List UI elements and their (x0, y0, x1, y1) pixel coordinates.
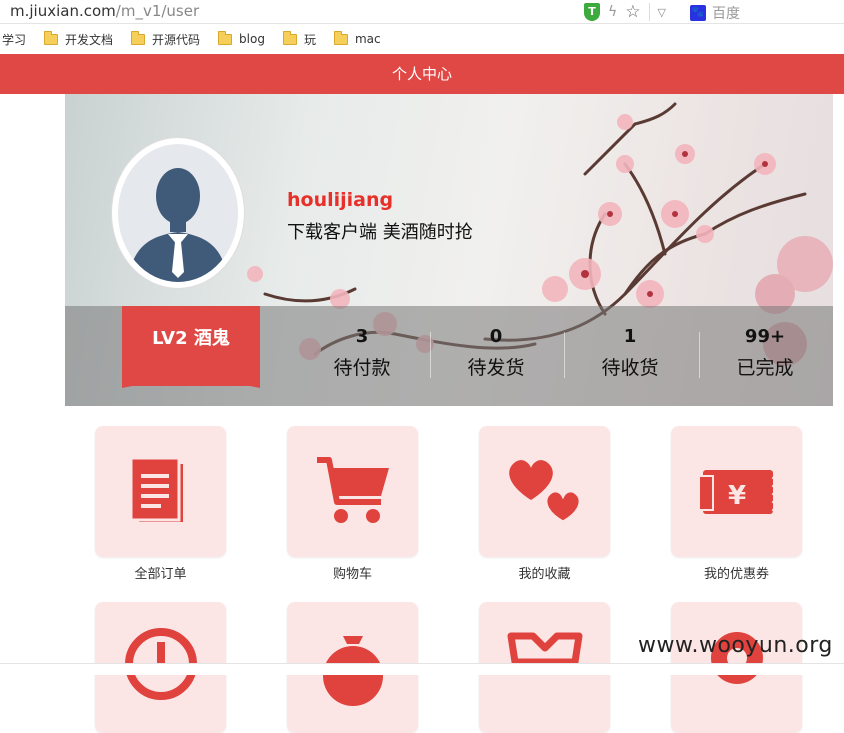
user-silhouette-icon (128, 168, 228, 282)
menu-tile-cart[interactable] (287, 426, 418, 557)
stat-count: 99+ (744, 326, 786, 347)
menu-label[interactable]: 我的优惠券 (671, 563, 802, 582)
url-host: m.jiuxian.com (10, 2, 116, 20)
folder-icon (282, 30, 297, 45)
stat-pending-receipt[interactable]: 1 待收货 (575, 326, 685, 380)
lightning-icon[interactable]: ϟ (608, 4, 617, 20)
stat-count: 3 (355, 326, 369, 347)
bookmark-folder[interactable]: mac (333, 30, 381, 46)
bookmark-label: blog (239, 32, 265, 46)
cart-icon (317, 457, 389, 523)
svg-text:¥: ¥ (728, 481, 746, 511)
bookmark-folder[interactable]: 玩 (282, 30, 316, 48)
stat-label: 待发货 (467, 357, 525, 379)
tagline-link[interactable]: 下载客户端 美酒随时抢 (287, 218, 473, 244)
stat-pending-shipment[interactable]: 0 待发货 (441, 326, 551, 380)
menu-label[interactable]: 我的收藏 (479, 563, 610, 582)
star-icon[interactable]: ☆ (625, 2, 640, 22)
page-header: 个人中心 (0, 54, 844, 94)
bookmark-label: 开发文档 (65, 32, 114, 47)
url-path: /m_v1/user (115, 2, 200, 20)
divider (648, 3, 650, 21)
username: houlijiang (287, 189, 394, 211)
address-bar[interactable]: m.jiuxian.com/m_v1/user T ϟ ☆ ▽ 🐾 百度 (0, 0, 844, 24)
watermark: www.wooyun.org (638, 633, 833, 658)
divider (699, 332, 700, 378)
hearts-icon (509, 460, 582, 524)
stat-pending-payment[interactable]: 3 待付款 (307, 326, 417, 380)
url-field[interactable]: m.jiuxian.com/m_v1/user (10, 2, 199, 20)
bookmark-label: mac (354, 32, 381, 46)
menu-tile-coupons[interactable]: ¥ (671, 426, 802, 557)
bookmark-label: 开源代码 (152, 32, 201, 47)
stat-label: 已完成 (736, 357, 794, 379)
bookmarks-bar: 学习 开发文档 开源代码 blog 玩 mac (0, 25, 844, 53)
stat-label: 待付款 (333, 357, 391, 379)
menu-tile-favorites[interactable] (479, 426, 610, 557)
menu-tile-all-orders[interactable] (95, 426, 226, 557)
menu-label[interactable]: 全部订单 (95, 563, 226, 582)
profile-banner: houlijiang 下载客户端 美酒随时抢 LV2 酒鬼 3 待付款 0 待发… (65, 94, 833, 406)
ribbon-tail-icon (122, 372, 260, 388)
document-icon (129, 456, 183, 522)
avatar[interactable] (118, 144, 238, 282)
bookmark-label: 玩 (303, 32, 316, 47)
stat-count: 1 (623, 326, 637, 347)
folder-icon (44, 30, 59, 45)
coupon-icon: ¥ (698, 469, 779, 515)
baidu-paw-icon: 🐾 (690, 5, 706, 21)
divider (564, 332, 565, 378)
bookmark-folder[interactable]: 开源代码 (131, 30, 201, 48)
chevron-down-icon[interactable]: ▽ (658, 6, 666, 19)
search-engine-box[interactable]: 🐾 百度 (690, 3, 740, 23)
shield-icon[interactable]: T (584, 3, 600, 21)
folder-icon (333, 30, 348, 45)
bookmark-folder[interactable]: 开发文档 (44, 30, 114, 48)
stat-completed[interactable]: 99+ 已完成 (710, 326, 820, 380)
folder-icon (218, 30, 233, 45)
status-strip (0, 663, 844, 675)
stat-label: 待收货 (601, 357, 659, 379)
bookmark-item[interactable]: 学习 (2, 31, 26, 48)
bookmark-label: 学习 (2, 32, 27, 47)
stat-count: 0 (489, 326, 503, 347)
menu-label[interactable]: 购物车 (287, 563, 418, 582)
page-title: 个人中心 (391, 65, 452, 83)
divider (430, 332, 431, 378)
bookmark-folder[interactable]: blog (218, 30, 265, 46)
folder-icon (131, 30, 146, 45)
search-engine-label: 百度 (712, 6, 740, 22)
